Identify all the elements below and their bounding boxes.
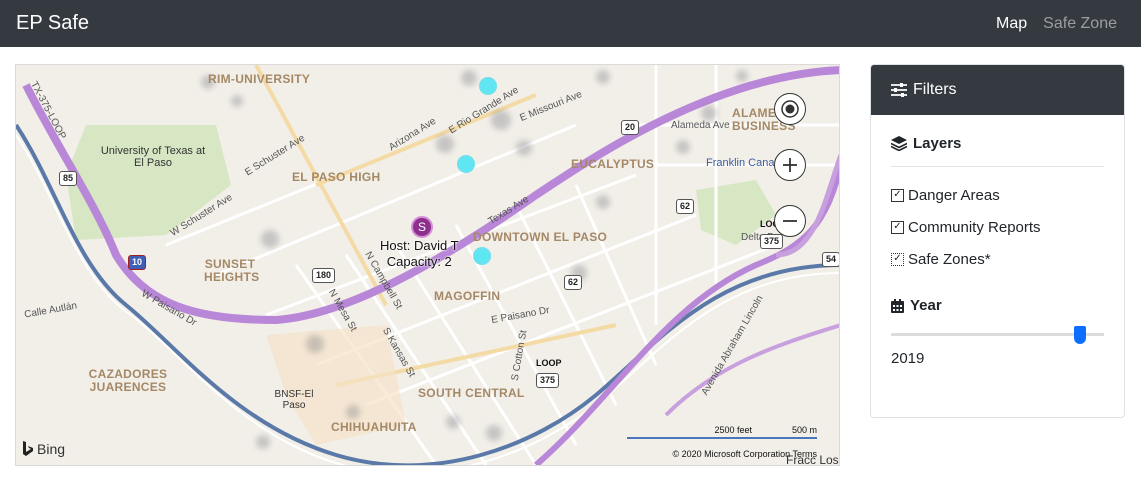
danger-area-spot: [596, 70, 610, 84]
layer-toggle-danger-areas[interactable]: ✓ Danger Areas: [891, 179, 1104, 211]
zoom-in-icon: [783, 158, 797, 172]
danger-area-spot: [306, 335, 324, 353]
bing-attribution[interactable]: Bing: [22, 441, 65, 457]
neighborhood-label: EL PASO HIGH: [292, 170, 381, 184]
divider: [891, 166, 1104, 167]
safe-zone-marker[interactable]: [473, 247, 491, 265]
neighborhood-label: SOUTH CENTRAL: [418, 386, 525, 400]
layers-title: Layers: [913, 135, 962, 152]
safe-zones-label: Safe Zones*: [908, 250, 991, 268]
nav-links: Map Safe Zone: [996, 15, 1117, 33]
bing-logo-icon: [23, 441, 33, 456]
danger-area-spot: [436, 135, 454, 153]
danger-area-spot: [701, 105, 717, 121]
brand-title[interactable]: EP Safe: [16, 12, 89, 35]
highway-shield: 375: [760, 234, 784, 249]
layer-toggle-community-reports[interactable]: ✓ Community Reports: [891, 211, 1104, 243]
filters-card: Filters Layers ✓ Danger Areas ✓ Communit…: [870, 64, 1125, 418]
danger-area-spot: [596, 195, 610, 209]
highway-shield: 10: [128, 255, 147, 270]
danger-area-spot: [346, 405, 360, 419]
highway-shield: 180: [312, 268, 336, 283]
host-pin-icon[interactable]: S: [411, 216, 433, 238]
bing-label: Bing: [37, 441, 66, 457]
community-reports-label: Community Reports: [908, 218, 1041, 236]
neighborhood-label: MAGOFFIN: [434, 289, 501, 303]
danger-area-spot: [491, 110, 511, 130]
scale-feet: 2500 feet: [714, 425, 752, 435]
filters-header: Filters: [871, 65, 1124, 115]
year-title: Year: [910, 297, 942, 314]
neighborhood-label: RIM-UNIVERSITY: [208, 72, 311, 86]
zoom-out-button[interactable]: [774, 205, 806, 237]
map[interactable]: RIM-UNIVERSITY EL PASO HIGH EUCALYPTUS A…: [15, 64, 840, 466]
zoom-in-button[interactable]: [774, 149, 806, 181]
host-pin-label: Host: David T Capacity: 2: [380, 238, 459, 270]
locate-icon: [781, 100, 799, 118]
filters-title: Filters: [913, 81, 957, 98]
danger-areas-label: Danger Areas: [908, 186, 1000, 204]
safe-zones-checkbox[interactable]: ✓: [891, 252, 904, 266]
neighborhood-label: CHIHUAHUITA: [331, 420, 417, 434]
danger-area-spot: [736, 70, 748, 82]
calendar-icon: [891, 298, 904, 313]
highway-shield: 375: [536, 373, 560, 388]
year-slider[interactable]: [891, 326, 1104, 344]
year-heading: Year: [891, 297, 1104, 314]
danger-area-spot: [461, 70, 477, 86]
safe-zone-marker[interactable]: [479, 77, 497, 95]
map-copyright[interactable]: © 2020 Microsoft Corporation Terms: [672, 449, 817, 459]
highway-shield: 20: [621, 120, 640, 135]
scale-bar: [627, 436, 817, 439]
loop-label: LOOP: [536, 358, 562, 368]
navbar: EP Safe Map Safe Zone: [0, 0, 1141, 47]
year-slider-track: [891, 333, 1104, 336]
layers-icon: [891, 136, 907, 151]
danger-area-spot: [486, 425, 502, 441]
zoom-out-icon: [783, 220, 797, 222]
community-reports-checkbox[interactable]: ✓: [891, 220, 904, 234]
danger-area-spot: [256, 435, 270, 449]
highway-shield: 85: [59, 171, 78, 186]
danger-areas-checkbox[interactable]: ✓: [891, 188, 904, 202]
danger-area-spot: [261, 230, 279, 248]
neighborhood-label: EUCALYPTUS: [571, 157, 655, 171]
danger-area-spot: [516, 140, 532, 156]
scale-meters: 500 m: [791, 425, 817, 435]
place-label: University of Texas at El Paso: [100, 145, 206, 169]
park-area: [66, 125, 231, 240]
locate-button[interactable]: [774, 93, 806, 125]
neighborhood-label: CAZADORES JUARENCES: [88, 367, 168, 394]
pin-host: Host: David T: [380, 238, 459, 253]
safe-zone-marker[interactable]: [457, 155, 475, 173]
sliders-icon: [891, 83, 907, 97]
nav-link-map[interactable]: Map: [996, 15, 1027, 33]
highway-shield: 62: [564, 275, 583, 290]
danger-area-spot: [231, 95, 243, 107]
neighborhood-label: SUNSET HEIGHTS: [204, 257, 260, 284]
street-label: Alameda Ave: [671, 120, 730, 131]
place-label: BNSF-El Paso: [274, 389, 314, 411]
highway-shield: 54: [822, 252, 839, 267]
avenida-lincoln: [664, 323, 839, 417]
street-label: Franklin Canal: [706, 157, 777, 169]
filters-body: Layers ✓ Danger Areas ✓ Community Report…: [871, 115, 1124, 387]
layer-toggle-safe-zones[interactable]: ✓ Safe Zones*: [891, 243, 1104, 275]
danger-area-spot: [676, 140, 690, 154]
highway-shield: 62: [676, 199, 695, 214]
danger-area-spot: [446, 415, 460, 429]
map-scale: 2500 feet 500 m: [714, 425, 817, 435]
year-value: 2019: [891, 350, 925, 367]
layers-heading: Layers: [891, 135, 1104, 152]
nav-link-safe-zone[interactable]: Safe Zone: [1043, 15, 1117, 33]
neighborhood-label: DOWNTOWN EL PASO: [473, 230, 608, 244]
pin-capacity: Capacity: 2: [386, 254, 452, 269]
year-slider-thumb[interactable]: [1073, 326, 1086, 344]
